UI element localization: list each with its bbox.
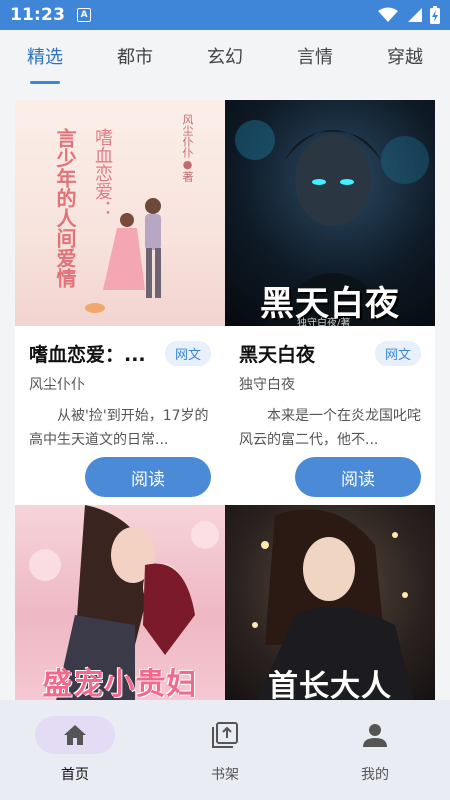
nav-home-label: 首页 <box>61 767 89 783</box>
bottom-navigation: 首页 书架 我的 <box>0 700 450 800</box>
book-title[interactable]: 黑天白夜 <box>239 340 369 367</box>
book-description: 从被'捡'到开始，17岁的高中生天道文的日常... <box>29 408 209 448</box>
book-author: 风尘仆仆 <box>29 377 85 393</box>
nav-bookshelf-indicator <box>185 716 265 754</box>
tab-jingxuan[interactable]: 精选 <box>0 30 90 86</box>
nav-profile-indicator <box>335 716 415 754</box>
nav-home[interactable]: 首页 <box>0 700 150 784</box>
home-icon <box>64 725 86 745</box>
tab-chuanyue[interactable]: 穿越 <box>360 30 450 86</box>
book-card[interactable]: 黑天白夜 独守白夜/著 黑天白夜 网文 独守白夜 本来是一个在炎龙国叱咤风云的富… <box>225 100 435 505</box>
nav-profile[interactable]: 我的 <box>300 700 450 784</box>
nav-bookshelf[interactable]: 书架 <box>150 700 300 784</box>
nav-bookshelf-label: 书架 <box>211 767 239 783</box>
tab-dushi[interactable]: 都市 <box>90 30 180 86</box>
book-title[interactable]: 嗜血恋爱：... <box>29 340 159 367</box>
genre-tag: 网文 <box>164 340 211 366</box>
book-author: 独守白夜 <box>239 377 295 393</box>
wifi-icon <box>378 7 398 22</box>
cover-illustration <box>85 198 161 313</box>
genre-tag: 网文 <box>374 340 421 366</box>
battery-icon <box>430 6 440 24</box>
book-description: 本来是一个在炎龙国叱咤风云的富二代，他不... <box>239 408 421 448</box>
book-cover[interactable]: 首长大人 <box>225 505 435 700</box>
notification-a-icon: A <box>77 8 92 22</box>
book-cover[interactable]: 黑天白夜 独守白夜/著 <box>225 100 435 326</box>
read-button[interactable]: 阅读 <box>295 457 421 497</box>
cover-main-title: 言少年的人间爱情 <box>53 128 77 288</box>
status-time: 11:23 <box>10 5 66 25</box>
book-card[interactable]: 言少年的人间爱情 嗜血恋爱： 风尘仆仆●著 嗜血恋爱：... 网文 风尘仆仆 从… <box>15 100 225 505</box>
cover-author-mark: 风尘仆仆●著 <box>181 114 194 182</box>
category-tabs: 精选 都市 玄幻 言情 穿越 <box>0 30 450 86</box>
read-button[interactable]: 阅读 <box>85 457 211 497</box>
cell-signal-icon <box>408 8 422 22</box>
cover-author-mark: 独守白夜/著 <box>297 318 351 326</box>
bookshelf-icon <box>212 722 238 748</box>
cover-main-title: 首长大人 <box>268 669 392 700</box>
cover-main-title: 盛宠小贵妇 <box>42 667 198 700</box>
tab-xuanhuan[interactable]: 玄幻 <box>180 30 270 86</box>
profile-icon <box>363 724 387 747</box>
nav-profile-label: 我的 <box>361 767 389 783</box>
tab-yanqing[interactable]: 言情 <box>270 30 360 86</box>
book-card[interactable]: 首长大人 <box>225 505 435 700</box>
book-cover[interactable]: 盛宠小贵妇 <box>15 505 225 700</box>
book-list[interactable]: 言少年的人间爱情 嗜血恋爱： 风尘仆仆●著 嗜血恋爱：... 网文 风尘仆仆 从… <box>0 86 450 700</box>
book-card[interactable]: 盛宠小贵妇 <box>15 505 225 700</box>
book-cover[interactable]: 言少年的人间爱情 嗜血恋爱： 风尘仆仆●著 <box>15 100 225 326</box>
nav-home-indicator <box>35 716 115 754</box>
status-bar: 11:23 A <box>0 0 450 30</box>
